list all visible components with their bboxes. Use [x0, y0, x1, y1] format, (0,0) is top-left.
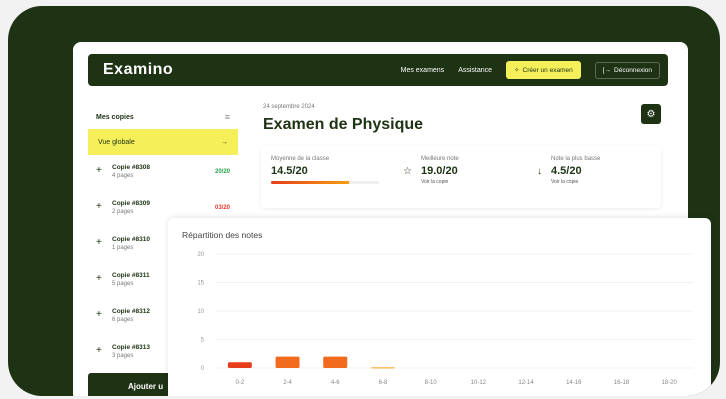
- y-tick-label: 5: [201, 338, 205, 344]
- logout-button[interactable]: [→ Déconnexion: [594, 61, 660, 79]
- x-tick-label: 12-14: [518, 380, 534, 386]
- plus-icon: +: [96, 309, 102, 320]
- copy-grade-badge: 03/20: [214, 205, 230, 211]
- sparkle-icon: ✧: [514, 67, 520, 74]
- y-tick-label: 10: [197, 309, 204, 315]
- x-tick-label: 10-12: [471, 380, 487, 386]
- average-label: Moyenne de la classe: [271, 156, 330, 162]
- bar-6-8[interactable]: [370, 367, 395, 369]
- x-tick-label: 14-16: [566, 380, 582, 386]
- chart-title: Répartition des notes: [182, 230, 263, 240]
- sidebar-header: Mes copies ≡: [88, 100, 238, 126]
- average-value: 14.5/20: [271, 165, 308, 177]
- copy-list-item[interactable]: + Copie #8308 4 pages 20/20: [88, 161, 238, 197]
- bar-4-6[interactable]: [323, 356, 348, 368]
- logout-icon: [→: [602, 66, 612, 74]
- create-exam-button[interactable]: ✧ Créer un examen: [506, 61, 581, 79]
- x-tick-label: 2-4: [283, 380, 292, 386]
- worst-value: 4.5/20: [551, 165, 582, 177]
- nav-links: Mes examens Assistance ✧ Créer un examen…: [401, 61, 660, 79]
- plus-icon: +: [96, 345, 102, 356]
- copy-grade-badge: 20/20: [214, 169, 230, 175]
- exam-overview: 24 septembre 2024 Examen de Physique ⚙ M…: [261, 104, 673, 208]
- grade-distribution-chart: 0 5 10 15 20 0-2 2-4 4-6 6-8 8-10 10-12 12-14 14-16 1…: [168, 218, 711, 396]
- sidebar-title: Mes copies: [96, 113, 134, 121]
- gear-icon: ⚙: [646, 108, 656, 120]
- stat-worst: Note la plus basse 4.5/20 Voir la copie: [551, 156, 600, 185]
- nav-assistance-link[interactable]: Assistance: [458, 67, 492, 74]
- copy-pages: 2 pages: [112, 209, 134, 215]
- stat-average: Moyenne de la classe 14.5/20: [271, 156, 379, 184]
- plus-icon: +: [96, 237, 102, 248]
- plus-icon: +: [96, 273, 102, 284]
- worst-view-copy-link[interactable]: Voir la copie: [551, 179, 600, 185]
- filter-icon[interactable]: ≡: [225, 112, 230, 122]
- y-tick-label: 20: [197, 252, 204, 258]
- x-tick-label: 16-18: [614, 380, 630, 386]
- star-icon: ☆: [403, 166, 412, 177]
- average-progress-fill: [271, 181, 350, 184]
- plus-icon: +: [96, 201, 102, 212]
- page-title: Examen de Physique: [263, 116, 424, 133]
- sidebar-item-global-view[interactable]: Vue globale →: [88, 129, 238, 155]
- average-progress-bar: [271, 181, 379, 184]
- chart-svg: 0 5 10 15 20 0-2 2-4 4-6 6-8 8-10 10-12 12-14 14-16 1…: [197, 252, 693, 386]
- bar-2-4[interactable]: [275, 356, 300, 368]
- x-tick-label: 8-10: [425, 380, 438, 386]
- nav-my-exams-link[interactable]: Mes examens: [401, 67, 445, 74]
- bar-0-2[interactable]: [227, 362, 252, 368]
- logout-label: Déconnexion: [614, 66, 652, 74]
- stats-card: Moyenne de la classe 14.5/20 ☆ Meilleure…: [261, 146, 661, 208]
- arrow-down-icon: ↓: [537, 166, 542, 177]
- worst-label: Note la plus basse: [551, 156, 601, 162]
- create-exam-label: Créer un examen: [522, 66, 573, 74]
- settings-button[interactable]: ⚙: [641, 104, 661, 124]
- best-label: Meilleure note: [421, 156, 459, 162]
- y-tick-label: 0: [201, 366, 205, 372]
- best-view-copy-link[interactable]: Voir la copie: [421, 179, 459, 185]
- best-value: 19.0/20: [421, 165, 458, 177]
- top-navbar: Examino Mes examens Assistance ✧ Créer u…: [88, 54, 668, 86]
- app-frame: Examino Mes examens Assistance ✧ Créer u…: [8, 6, 720, 396]
- plus-icon: +: [96, 165, 102, 176]
- copy-name: Copie #8309: [112, 200, 150, 207]
- copy-info: Copie #8308 4 pages: [112, 161, 215, 179]
- arrow-right-icon: →: [221, 138, 228, 146]
- x-tick-label: 6-8: [379, 380, 388, 386]
- x-tick-label: 4-6: [331, 380, 340, 386]
- app-logo[interactable]: Examino: [103, 61, 173, 79]
- x-tick-label: 18-20: [661, 380, 677, 386]
- global-view-label: Vue globale: [98, 138, 135, 146]
- x-tick-label: 0-2: [236, 380, 245, 386]
- y-tick-label: 15: [197, 281, 204, 287]
- exam-date: 24 septembre 2024: [263, 104, 315, 110]
- copy-name: Copie #8308: [112, 164, 150, 171]
- copy-pages: 4 pages: [112, 173, 134, 179]
- stat-best: Meilleure note 19.0/20 Voir la copie: [421, 156, 459, 185]
- copy-info: Copie #8309 2 pages: [112, 197, 215, 215]
